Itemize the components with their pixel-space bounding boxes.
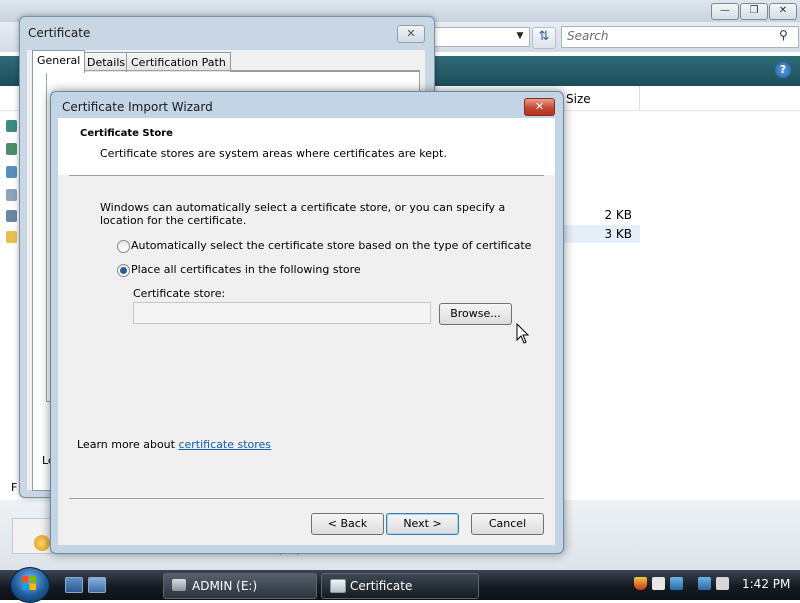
folder-icon[interactable]	[6, 210, 17, 222]
cancel-button[interactable]: Cancel	[471, 513, 544, 535]
folder-icon[interactable]	[6, 120, 17, 132]
network-icon[interactable]	[670, 577, 683, 590]
certificate-store-label: Certificate store:	[133, 287, 226, 300]
tab-general[interactable]: General	[32, 50, 86, 73]
volume-muted-icon[interactable]	[716, 577, 729, 590]
close-icon[interactable]: ✕	[769, 3, 797, 20]
radio-place-in-store-label[interactable]: Place all certificates in the following …	[131, 263, 361, 276]
close-icon[interactable]: ✕	[524, 98, 555, 116]
back-button[interactable]: < Back	[311, 513, 384, 535]
browse-button[interactable]: Browse...	[439, 303, 512, 325]
learn-more-text: Learn more about certificate stores	[77, 438, 271, 451]
switch-windows-icon[interactable]	[88, 577, 106, 593]
taskbar-item-certificate[interactable]: Certificate	[321, 573, 479, 599]
column-divider	[639, 86, 640, 110]
certificate-stores-link[interactable]: certificate stores	[178, 438, 271, 451]
certificate-store-field	[133, 302, 431, 324]
wizard-subheading: Certificate stores are system areas wher…	[100, 147, 447, 160]
taskbar-item-label: ADMIN (E:)	[192, 579, 258, 593]
maximize-icon[interactable]: ❐	[740, 3, 768, 20]
folder-icon[interactable]	[6, 189, 17, 201]
folder-icon[interactable]	[6, 143, 17, 155]
drive-icon	[172, 579, 186, 591]
certificate-dialog-title: Certificate	[28, 26, 91, 40]
divider	[69, 498, 544, 499]
taskbar-item-admin-drive[interactable]: ADMIN (E:)	[163, 573, 317, 599]
help-icon[interactable]: ?	[775, 62, 791, 78]
folder-icon[interactable]	[6, 166, 17, 178]
wizard-title: Certificate Import Wizard	[62, 100, 213, 114]
radio-auto-select[interactable]	[117, 240, 130, 253]
certificate-seal-icon	[34, 535, 50, 551]
wizard-heading: Certificate Store	[80, 128, 173, 139]
wizard-body	[58, 118, 555, 545]
file-size-cell: 3 KB	[604, 227, 632, 241]
certificate-footer-text: F	[11, 481, 18, 494]
show-desktop-icon[interactable]	[65, 577, 83, 593]
file-size-cell: 2 KB	[604, 208, 632, 222]
certificate-icon	[330, 579, 346, 593]
wizard-description: Windows can automatically select a certi…	[100, 201, 506, 227]
tab-details[interactable]: Details	[82, 52, 131, 72]
taskbar-clock[interactable]: 1:42 PM	[742, 577, 790, 591]
search-placeholder: Search	[567, 29, 609, 43]
radio-selected-dot	[120, 267, 127, 274]
tab-certification-path[interactable]: Certification Path	[126, 52, 231, 72]
radio-auto-select-label[interactable]: Automatically select the certificate sto…	[131, 239, 531, 252]
minimize-icon[interactable]: —	[711, 3, 739, 20]
folder-icon[interactable]	[6, 231, 17, 243]
shield-icon[interactable]	[634, 577, 647, 590]
next-button[interactable]: Next >	[386, 513, 459, 535]
learn-more-prefix: Learn more about	[77, 438, 179, 451]
mouse-cursor-icon	[516, 323, 530, 344]
search-icon[interactable]: ⚲	[779, 28, 793, 42]
safely-remove-icon[interactable]	[652, 577, 665, 590]
column-header-size[interactable]: Size	[566, 92, 591, 106]
windows-logo-icon	[22, 576, 36, 590]
taskbar-item-label: Certificate	[350, 579, 413, 593]
network-status-icon[interactable]	[698, 577, 711, 590]
address-dropdown-icon[interactable]: ▼	[514, 28, 526, 44]
divider	[69, 175, 544, 176]
close-icon[interactable]: ✕	[397, 25, 425, 43]
refresh-icon[interactable]: ⇅	[532, 27, 556, 49]
